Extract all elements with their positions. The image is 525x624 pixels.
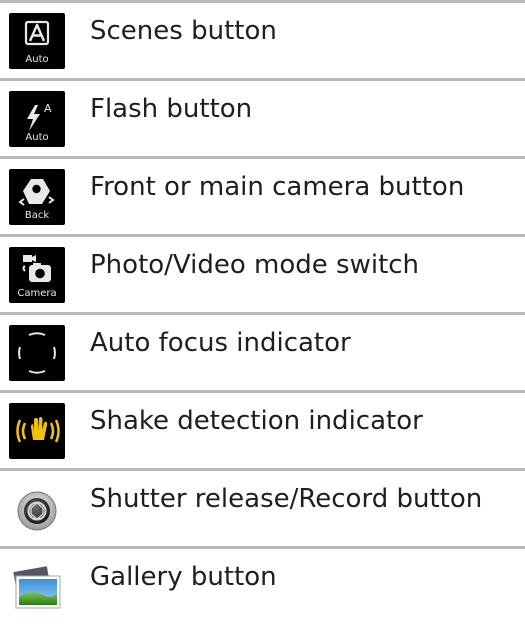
flash-icon: A Auto — [9, 91, 65, 147]
gallery-icon — [9, 559, 65, 615]
shake-hand-icon — [9, 403, 65, 459]
camera-switch-icon-caption: Back — [24, 210, 50, 221]
list-item-photo-video: Camera Photo/Video mode switch — [0, 237, 525, 315]
list-item-auto-focus: Auto focus indicator — [0, 315, 525, 393]
photo-video-icon-caption: Camera — [17, 288, 57, 299]
flash-label: Flash button — [90, 94, 253, 124]
auto-focus-label: Auto focus indicator — [90, 328, 351, 358]
scenes-icon: Auto — [9, 13, 65, 69]
list-item-camera-switch: Back Front or main camera button — [0, 159, 525, 237]
shutter-icon — [9, 481, 65, 537]
photo-video-switch-icon: Camera — [9, 247, 65, 303]
shutter-label: Shutter release/Record button — [90, 484, 483, 514]
camera-switch-icon: Back — [9, 169, 65, 225]
focus-bracket-icon — [9, 325, 65, 381]
shake-detection-label: Shake detection indicator — [90, 406, 423, 436]
scenes-icon-caption: Auto — [25, 54, 49, 65]
list-item-flash: A Auto Flash button — [0, 81, 525, 159]
scenes-label: Scenes button — [90, 16, 277, 46]
flash-icon-badge: A — [44, 102, 52, 115]
gallery-label: Gallery button — [90, 562, 277, 592]
list-item-shutter: Shutter release/Record button — [0, 471, 525, 549]
legend-list: Auto Scenes button A Auto Flash button B… — [0, 0, 525, 624]
flash-icon-caption: Auto — [25, 132, 49, 143]
list-item-shake-detection: Shake detection indicator — [0, 393, 525, 471]
list-item-scenes: Auto Scenes button — [0, 3, 525, 81]
photo-video-label: Photo/Video mode switch — [90, 250, 420, 280]
camera-switch-label: Front or main camera button — [90, 172, 465, 202]
list-item-gallery: Gallery button — [0, 549, 525, 624]
